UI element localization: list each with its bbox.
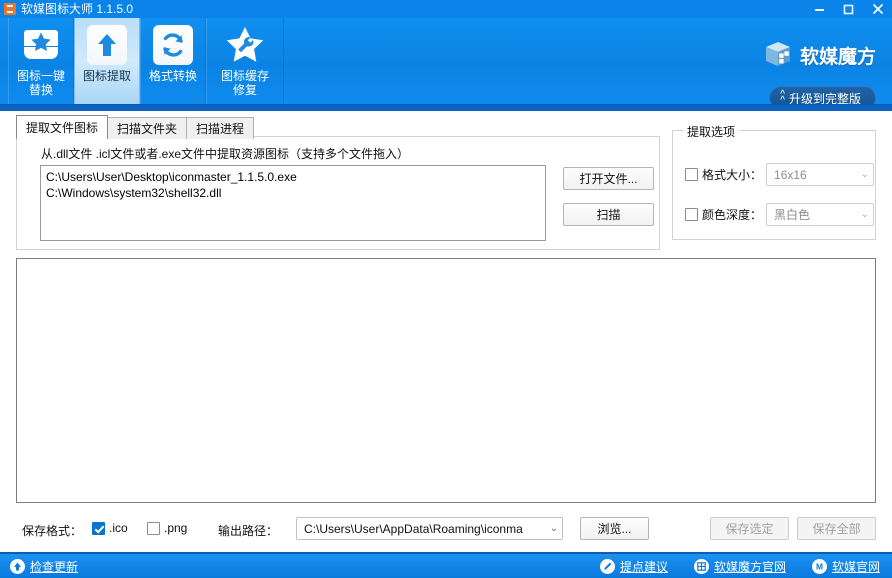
extract-hint-text: 从.dll文件 .icl文件或者.exe文件中提取资源图标（支持多个文件拖入）	[41, 147, 410, 161]
extract-options-legend: 提取选项	[683, 123, 740, 140]
application-window: 软媒图标大师 1.1.5.0 图标一键 替换 图标提取 格式转换 图标缓存 修复…	[0, 0, 892, 578]
format-size-checkbox[interactable]	[685, 168, 698, 181]
suggestion-label: 提点建议	[619, 559, 668, 574]
chevron-down-icon: ⌄	[549, 523, 558, 534]
official-site-link[interactable]: M 软媒官网	[811, 558, 880, 575]
suggestion-link[interactable]: 提点建议	[599, 558, 668, 575]
toolbar-item-icon-cache-repair[interactable]: 图标缓存 修复	[206, 18, 284, 104]
toolbar-item-label: 图标缓存 修复	[220, 69, 269, 97]
star-wrench-repair-icon	[224, 24, 266, 66]
ico-checkbox[interactable]	[92, 521, 105, 535]
save-all-button[interactable]: 保存全部	[797, 517, 876, 540]
status-links: 提点建议 软媒魔方官网 M 软媒官网	[599, 558, 880, 575]
tab-label: 扫描进程	[196, 122, 245, 136]
toolbar-item-label: 格式转换	[148, 69, 197, 83]
status-bar: 检查更新 提点建议 软媒魔方官网 M 软媒官网	[0, 552, 892, 578]
toolbar-separator	[0, 104, 892, 111]
browse-button[interactable]: 浏览...	[580, 517, 649, 540]
format-size-label: 格式大小：	[702, 168, 763, 182]
png-label: .png	[164, 521, 188, 535]
extract-files-group: 从.dll文件 .icl文件或者.exe文件中提取资源图标（支持多个文件拖入） …	[16, 136, 660, 250]
tab-label: 提取文件图标	[26, 121, 99, 135]
toolbar-item-icon-replace[interactable]: 图标一键 替换	[8, 18, 74, 104]
list-item[interactable]: C:\Users\User\Desktop\iconmaster_1.1.5.0…	[46, 169, 540, 185]
window-controls	[805, 0, 892, 18]
save-format-label: 保存格式：	[22, 524, 83, 538]
pencil-circle-icon	[599, 558, 615, 574]
main-toolbar: 图标一键 替换 图标提取 格式转换 图标缓存 修复 软媒魔方 ^ ^ 升级到完整…	[0, 18, 892, 110]
chevron-up-double-icon: ^ ^	[780, 89, 785, 106]
file-list[interactable]: C:\Users\User\Desktop\iconmaster_1.1.5.0…	[40, 165, 546, 241]
tab-extract-file-icons[interactable]: 提取文件图标	[16, 115, 109, 139]
check-update-link[interactable]: 检查更新	[10, 558, 78, 575]
check-update-label: 检查更新	[30, 559, 79, 574]
open-file-button[interactable]: 打开文件...	[563, 167, 654, 190]
png-checkbox[interactable]	[147, 521, 160, 535]
star-replace-icon	[20, 24, 62, 66]
toolbar-item-label: 图标提取	[82, 69, 131, 83]
toolbar-item-icon-extract[interactable]: 图标提取	[74, 18, 140, 104]
tab-scan-process[interactable]: 扫描进程	[186, 117, 255, 139]
m-circle-icon: M	[811, 558, 827, 574]
brand-area: 软媒魔方	[764, 40, 876, 71]
title-bar: 软媒图标大师 1.1.5.0	[0, 0, 892, 18]
tab-strip: 提取文件图标 扫描文件夹 扫描进程	[16, 115, 255, 139]
output-path-label: 输出路径：	[218, 524, 279, 538]
save-selected-button[interactable]: 保存选定	[710, 517, 789, 540]
cube-logo-icon	[764, 40, 792, 71]
up-arrow-circle-icon	[10, 558, 25, 574]
grid-circle-icon	[693, 558, 709, 574]
ico-format-group: .ico	[92, 521, 128, 535]
tab-scan-folder[interactable]: 扫描文件夹	[107, 117, 188, 139]
scan-button[interactable]: 扫描	[563, 203, 654, 226]
app-icon	[4, 3, 16, 15]
cube-site-link[interactable]: 软媒魔方官网	[693, 558, 786, 575]
close-button[interactable]	[863, 0, 892, 18]
toolbar-item-format-convert[interactable]: 格式转换	[140, 18, 206, 104]
ico-label: .ico	[109, 521, 128, 535]
png-format-group: .png	[147, 521, 187, 535]
official-site-label: 软媒官网	[831, 559, 880, 574]
refresh-convert-icon	[152, 24, 194, 66]
window-title: 软媒图标大师 1.1.5.0	[21, 2, 134, 16]
color-depth-row: 颜色深度： 黑白色 ⌄	[685, 203, 875, 226]
color-depth-value: 黑白色	[774, 208, 811, 222]
output-path-combobox[interactable]: C:\Users\User\AppData\Roaming\iconma ⌄	[296, 517, 563, 540]
format-size-select[interactable]: 16x16 ⌄	[766, 163, 875, 186]
list-item[interactable]: C:\Windows\system32\shell32.dll	[46, 185, 540, 201]
svg-text:M: M	[816, 561, 823, 571]
chevron-down-icon: ⌄	[860, 209, 870, 220]
format-size-value: 16x16	[774, 167, 807, 182]
extract-options-group: 提取选项 格式大小： 16x16 ⌄ 颜色深度： 黑白色 ⌄	[672, 123, 876, 240]
color-depth-label: 颜色深度：	[702, 208, 763, 222]
color-depth-checkbox[interactable]	[685, 208, 698, 221]
up-arrow-extract-icon	[86, 24, 128, 66]
minimize-button[interactable]	[805, 0, 834, 18]
toolbar-button-group: 图标一键 替换 图标提取 格式转换 图标缓存 修复	[8, 18, 284, 104]
color-depth-select[interactable]: 黑白色 ⌄	[766, 203, 875, 226]
output-path-value: C:\Users\User\AppData\Roaming\iconma	[304, 521, 523, 536]
format-size-row: 格式大小： 16x16 ⌄	[685, 163, 875, 186]
maximize-button[interactable]	[834, 0, 863, 18]
cube-site-label: 软媒魔方官网	[713, 559, 786, 574]
icon-results-panel[interactable]	[16, 258, 876, 503]
chevron-down-icon: ⌄	[860, 169, 870, 180]
tab-label: 扫描文件夹	[117, 122, 178, 136]
brand-name: 软媒魔方	[799, 47, 876, 68]
toolbar-item-label: 图标一键 替换	[16, 69, 65, 97]
